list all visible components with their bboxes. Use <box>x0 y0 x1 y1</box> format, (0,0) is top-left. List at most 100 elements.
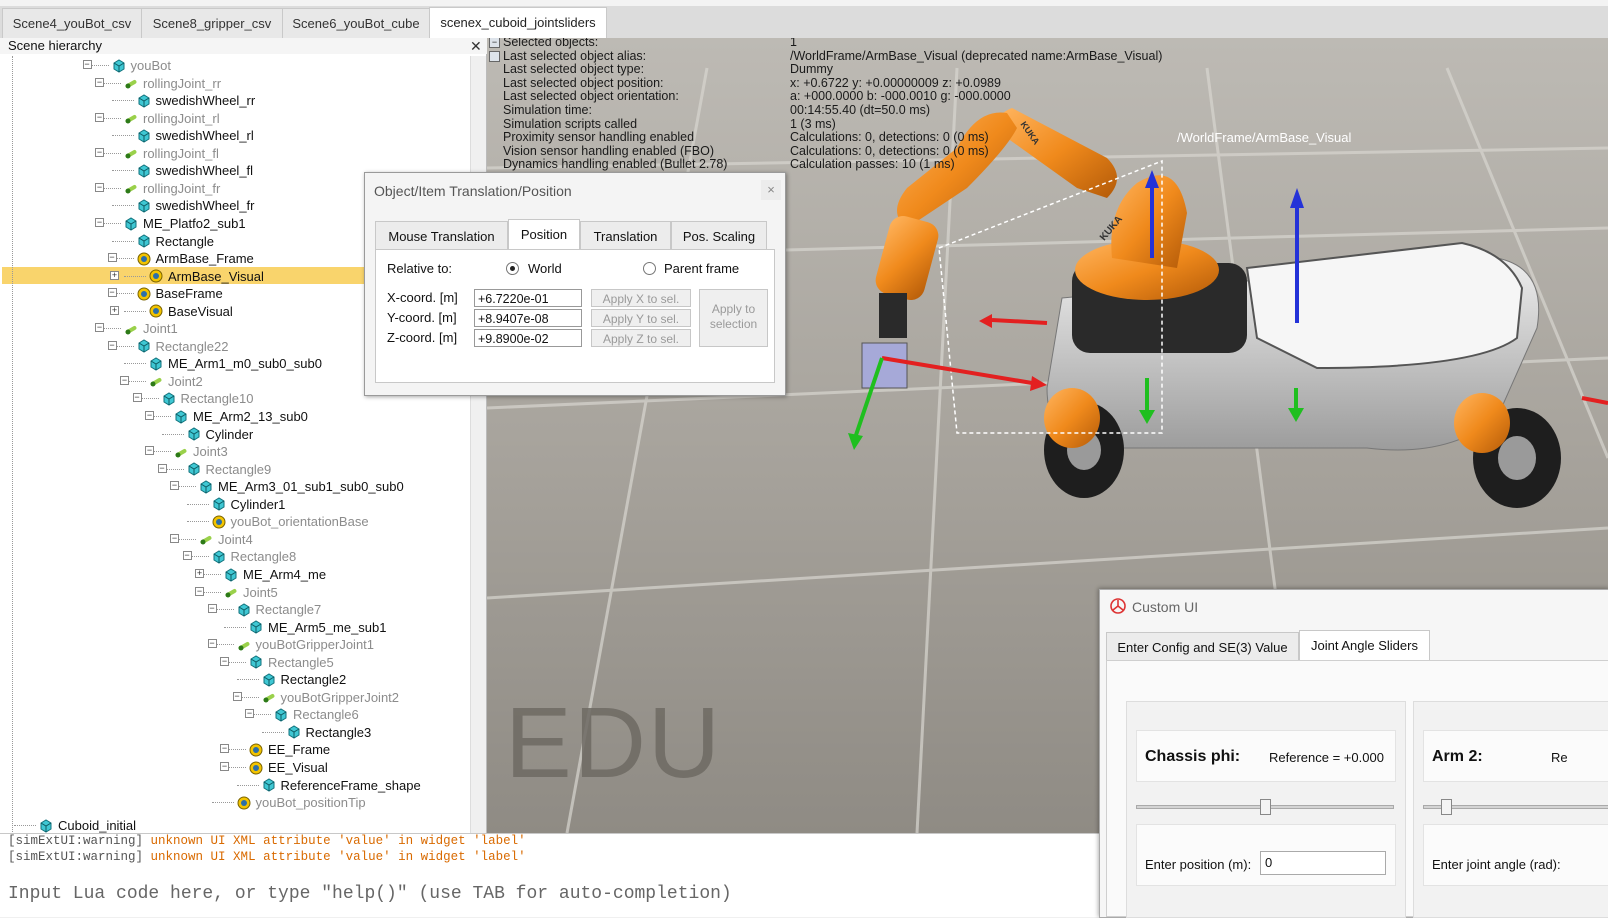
hierarchy-item-basevisual[interactable]: BaseVisual <box>148 302 233 319</box>
collapse-icon[interactable]: − <box>195 586 204 596</box>
hierarchy-item-armbase-visual[interactable]: ArmBase_Visual <box>2 266 364 284</box>
info-toggle-icon[interactable] <box>489 50 500 62</box>
hierarchy-item-joint1[interactable]: Joint1 <box>123 319 178 336</box>
expand-icon[interactable]: + <box>110 270 119 280</box>
hierarchy-item-swedishwheel-rr[interactable]: swedishWheel_rr <box>136 91 255 108</box>
hierarchy-item-me-arm5-me-sub1[interactable]: ME_Arm5_me_sub1 <box>248 618 387 635</box>
collapse-icon[interactable]: − <box>95 77 104 87</box>
collapse-icon[interactable]: − <box>95 147 104 157</box>
hierarchy-item-referenceframe-shape[interactable]: ReferenceFrame_shape <box>261 776 421 793</box>
tab-joint-angle-sliders[interactable]: Joint Angle Sliders <box>1299 630 1430 661</box>
hierarchy-item-joint2[interactable]: Joint2 <box>148 372 203 389</box>
collapse-icon[interactable]: − <box>170 533 179 543</box>
collapse-icon[interactable]: − <box>245 709 254 719</box>
hierarchy-item-rectangle9[interactable]: Rectangle9 <box>186 460 271 477</box>
hierarchy-item-rollingjoint-rl[interactable]: rollingJoint_rl <box>123 109 220 126</box>
hierarchy-item-rectangle6[interactable]: Rectangle6 <box>273 705 359 722</box>
collapse-icon[interactable]: − <box>220 744 229 754</box>
hierarchy-item-rollingjoint-fl[interactable]: rollingJoint_fl <box>123 144 219 161</box>
hierarchy-item-ee-frame[interactable]: EE_Frame <box>248 740 330 758</box>
hierarchy-close-icon[interactable]: ✕ <box>470 38 482 54</box>
dialog-close-icon[interactable]: × <box>761 180 781 200</box>
hierarchy-item-baseframe[interactable]: BaseFrame <box>136 284 223 301</box>
collapse-icon[interactable]: − <box>145 411 154 420</box>
expand-icon[interactable]: + <box>195 568 204 578</box>
collapse-icon[interactable]: − <box>95 182 104 192</box>
hierarchy-item-me-arm4-me[interactable]: ME_Arm4_me <box>223 565 326 582</box>
collapse-icon[interactable]: − <box>232 691 242 701</box>
tab-translation[interactable]: Translation <box>580 221 671 249</box>
collapse-icon[interactable]: − <box>120 375 129 385</box>
hierarchy-item-swedishwheel-fr[interactable]: swedishWheel_fr <box>136 196 255 213</box>
chassis-position-input[interactable]: 0 <box>1260 851 1386 875</box>
chassis-phi-slider-thumb[interactable] <box>1259 799 1271 815</box>
hierarchy-item-cuboid-initial[interactable]: Cuboid_initial <box>38 816 136 833</box>
collapse-icon[interactable]: − <box>220 762 229 771</box>
hierarchy-item-joint3[interactable]: Joint3 <box>173 442 228 459</box>
hierarchy-item-me-arm2-13-sub0[interactable]: ME_Arm2_13_sub0 <box>173 407 308 424</box>
hierarchy-item-rollingjoint-fr[interactable]: rollingJoint_fr <box>123 179 220 196</box>
collapse-icon[interactable]: − <box>207 604 217 614</box>
hierarchy-item-me-arm3-01-sub1-sub0-sub0[interactable]: ME_Arm3_01_sub1_sub0_sub0 <box>198 477 404 494</box>
collapse-icon[interactable]: − <box>157 463 167 473</box>
hierarchy-item-rectangle[interactable]: Rectangle <box>136 232 214 249</box>
tab-enter-config[interactable]: Enter Config and SE(3) Value <box>1106 632 1299 660</box>
collapse-icon[interactable]: − <box>95 112 104 122</box>
parent-frame-radio[interactable] <box>643 262 656 275</box>
hierarchy-item-youbot-orientationbase[interactable]: youBot_orientationBase <box>211 512 369 529</box>
collapse-icon[interactable]: − <box>132 393 142 403</box>
apply-x-button[interactable]: Apply X to sel. <box>591 289 691 307</box>
arm-2-slider-thumb[interactable] <box>1440 799 1452 815</box>
y-coord-field[interactable]: +8.9407e-08 <box>474 309 582 327</box>
z-coord-field[interactable]: +9.8900e-02 <box>474 329 582 347</box>
parent-frame-label[interactable]: Parent frame <box>664 261 739 276</box>
hierarchy-item-rectangle2[interactable]: Rectangle2 <box>261 670 346 687</box>
collapse-icon[interactable]: − <box>220 656 229 666</box>
collapse-icon[interactable]: − <box>95 323 104 333</box>
collapse-icon[interactable]: − <box>170 481 179 491</box>
collapse-icon[interactable]: − <box>107 340 117 350</box>
scene-tab-1[interactable]: Scene4_youBot_csv <box>2 8 142 38</box>
apply-y-button[interactable]: Apply Y to sel. <box>591 309 691 327</box>
collapse-icon[interactable]: − <box>95 217 104 227</box>
hierarchy-item-cylinder1[interactable]: Cylinder1 <box>211 495 285 512</box>
hierarchy-item-me-platfo2-sub1[interactable]: ME_Platfo2_sub1 <box>123 214 246 231</box>
hierarchy-item-swedishwheel-fl[interactable]: swedishWheel_fl <box>136 161 253 178</box>
apply-to-selection-button[interactable]: Apply to selection <box>699 289 768 347</box>
hierarchy-item-rectangle10[interactable]: Rectangle10 <box>161 389 254 407</box>
hierarchy-item-rectangle7[interactable]: Rectangle7 <box>236 600 321 617</box>
collapse-icon[interactable]: − <box>207 639 217 649</box>
hierarchy-item-swedishwheel-rl[interactable]: swedishWheel_rl <box>136 126 254 143</box>
hierarchy-item-youbot-positiontip[interactable]: youBot_positionTip <box>236 793 366 810</box>
x-coord-field[interactable]: +6.7220e-01 <box>474 289 582 307</box>
collapse-icon[interactable]: − <box>145 446 154 456</box>
hierarchy-item-youbotgripperjoint1[interactable]: youBotGripperJoint1 <box>236 635 374 652</box>
hierarchy-item-me-arm1-m0-sub0-sub0[interactable]: ME_Arm1_m0_sub0_sub0 <box>148 354 322 371</box>
hierarchy-item-armbase-frame[interactable]: ArmBase_Frame <box>136 249 254 266</box>
hierarchy-item-joint5[interactable]: Joint5 <box>223 583 278 600</box>
scene-tab-4-active[interactable]: scenex_cuboid_jointsliders <box>429 7 607 39</box>
collapse-icon[interactable]: − <box>82 60 92 69</box>
lua-command-input[interactable]: Input Lua code here, or type "help()" (u… <box>8 884 732 904</box>
hierarchy-item-rectangle3[interactable]: Rectangle3 <box>286 723 371 740</box>
hierarchy-item-rectangle22[interactable]: Rectangle22 <box>136 337 229 354</box>
tab-position[interactable]: Position <box>508 219 580 250</box>
hierarchy-item-youbot[interactable]: youBot <box>111 56 171 73</box>
info-collapse-icon[interactable]: − <box>489 38 500 48</box>
collapse-icon[interactable]: − <box>107 288 117 298</box>
world-radio[interactable] <box>506 262 519 275</box>
apply-z-button[interactable]: Apply Z to sel. <box>591 329 691 347</box>
hierarchy-item-rectangle5[interactable]: Rectangle5 <box>248 653 334 670</box>
collapse-icon[interactable]: − <box>107 253 117 263</box>
hierarchy-item-cylinder[interactable]: Cylinder <box>186 425 253 442</box>
scene-tab-2[interactable]: Scene8_gripper_csv <box>141 8 283 38</box>
hierarchy-item-ee-visual[interactable]: EE_Visual <box>248 758 328 775</box>
tab-mouse-translation[interactable]: Mouse Translation <box>375 221 508 249</box>
collapse-icon[interactable]: − <box>182 551 192 561</box>
tab-pos-scaling[interactable]: Pos. Scaling <box>671 221 767 249</box>
expand-icon[interactable]: + <box>110 305 119 315</box>
hierarchy-item-rollingjoint-rr[interactable]: rollingJoint_rr <box>123 74 221 91</box>
hierarchy-item-joint4[interactable]: Joint4 <box>198 530 253 547</box>
hierarchy-item-youbotgripperjoint2[interactable]: youBotGripperJoint2 <box>261 688 399 705</box>
hierarchy-item-rectangle8[interactable]: Rectangle8 <box>211 547 296 564</box>
